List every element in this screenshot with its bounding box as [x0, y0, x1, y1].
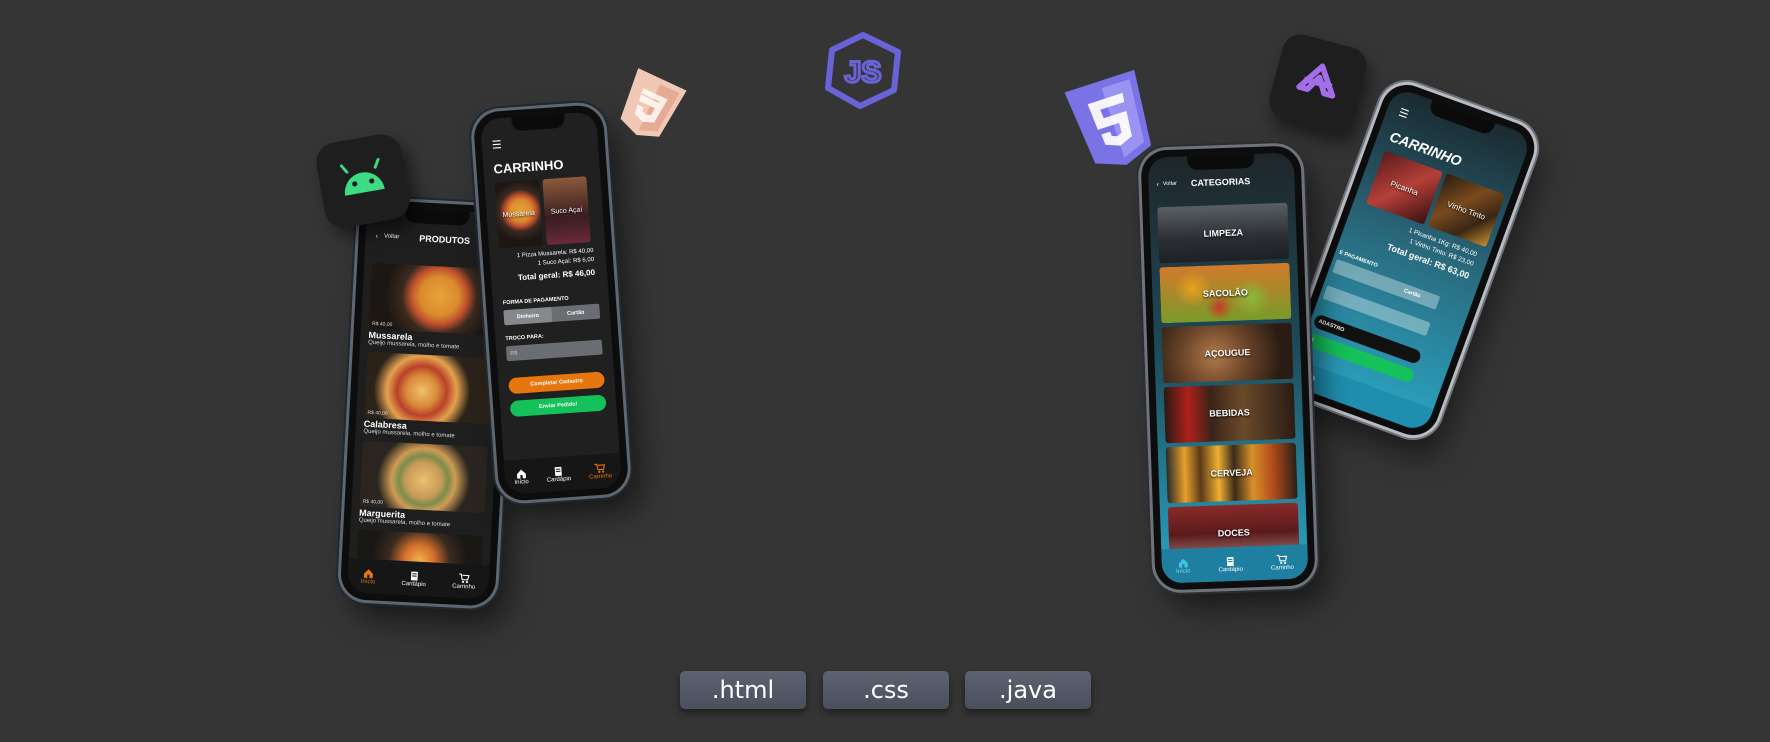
page-title: PRODUTOS	[419, 233, 471, 246]
cart-item-label: Picanha	[1389, 178, 1420, 197]
tab-label: Início	[1176, 567, 1191, 575]
showcase-scene: ‹ Voltar PRODUTOS R$ 40,00 Mussarela Que…	[0, 0, 1770, 742]
back-link[interactable]: Voltar	[384, 233, 400, 240]
bottom-tab-bar: Início Cardápio Carrinho	[1161, 544, 1309, 584]
home-icon	[516, 469, 526, 479]
tab-inicio[interactable]: Início	[514, 468, 529, 486]
category-label: LIMPEZA	[1203, 227, 1244, 239]
product-image: R$ 40,00	[368, 262, 498, 336]
payment-toggle[interactable]: Dinheiro Cartão	[503, 303, 601, 326]
payment-label: FORMA DE PAGAMENTO	[502, 295, 569, 307]
cart-icon	[594, 463, 605, 473]
bottom-tab-bar: Início Cardápio Carrinho	[346, 558, 490, 600]
category-label: BEBIDAS	[1209, 407, 1250, 419]
change-placeholder: R$	[510, 349, 518, 357]
java-extension-badge: .java	[965, 671, 1091, 709]
cart-item: Mussarela	[494, 179, 543, 249]
back-icon[interactable]: ‹	[375, 233, 378, 240]
home-icon	[1178, 558, 1188, 568]
tab-label: Início	[514, 478, 529, 486]
js-icon: JS	[820, 30, 906, 110]
tab-cardapio[interactable]: Cardápio	[401, 569, 426, 588]
hamburger-icon[interactable]: ☰	[491, 138, 502, 152]
menu-book-icon	[1226, 556, 1234, 566]
send-order-button[interactable]: Enviar Pedido!	[509, 394, 607, 418]
cart-item: Suco Açaí	[542, 176, 591, 246]
tab-carrinho[interactable]: Carrinho	[1270, 553, 1294, 571]
css3-icon	[597, 53, 703, 159]
visual-studio-icon	[1265, 30, 1371, 136]
phone-carrinho-teal: ☰ CARRINHO Picanha Vinho Tinto 1 Picanha…	[1278, 77, 1542, 443]
category-card[interactable]: LIMPEZA	[1157, 202, 1290, 264]
category-card[interactable]: AÇOUGUE	[1161, 322, 1294, 384]
product-price: R$ 40,00	[371, 320, 393, 329]
pay-cash-option[interactable]	[1332, 259, 1388, 291]
menu-book-icon	[410, 570, 418, 581]
pay-card-option[interactable]: Cartão	[1384, 278, 1440, 310]
product-image: R$ 40,00	[359, 440, 488, 514]
tab-cardapio[interactable]: Cardápio	[1218, 555, 1243, 573]
bottom-tab-bar: Início Cardápio Carrinho	[503, 452, 622, 495]
product-image: R$ 40,00	[364, 351, 493, 425]
menu-book-icon	[554, 466, 562, 476]
product-card[interactable]: R$ 40,00 Marguerita Queijo mussarela, mo…	[359, 440, 488, 530]
cart-item-label: Suco Açaí	[550, 206, 583, 216]
cart-item: Vinho Tinto	[1427, 173, 1506, 248]
tab-label: Cardápio	[401, 580, 426, 588]
html-extension-badge: .html	[680, 671, 806, 709]
product-card[interactable]: R$ 40,00 Calabresa Queijo mussarela, mol…	[363, 351, 493, 441]
cart-item-label: Vinho Tinto	[1446, 199, 1487, 222]
tab-carrinho[interactable]: Carrinho	[452, 572, 476, 590]
tab-label: Carrinho	[1270, 564, 1295, 572]
svg-text:JS: JS	[845, 56, 882, 89]
tab-label: Carrinho	[452, 583, 476, 591]
category-card[interactable]: CERVEJA	[1165, 442, 1298, 504]
produtos-header: ‹ Voltar PRODUTOS	[375, 231, 470, 246]
cart-icon	[1276, 554, 1288, 564]
change-input[interactable]: R$	[505, 339, 603, 362]
categorias-header: ‹ Voltar CATEGORIAS	[1156, 176, 1250, 189]
category-label: AÇOUGUE	[1204, 347, 1251, 359]
order-line: 1 Suco Açaí: R$ 6,00	[537, 256, 595, 267]
category-card[interactable]: BEBIDAS	[1163, 382, 1296, 444]
android-icon	[313, 131, 413, 231]
page-title: CARRINHO	[493, 156, 564, 177]
category-label: SACOLÃO	[1202, 287, 1249, 299]
back-link[interactable]: Voltar	[1163, 181, 1177, 187]
css-extension-badge: .css	[823, 671, 949, 709]
pay-cash-option[interactable]: Dinheiro	[503, 306, 553, 326]
tab-inicio[interactable]: Início	[361, 567, 376, 585]
order-total: Total geral: R$ 46,00	[517, 267, 596, 283]
category-label: DOCES	[1217, 527, 1250, 539]
complete-profile-button[interactable]: Completar Cadastro	[508, 371, 606, 395]
home-icon	[363, 568, 373, 578]
phone-carrinho-dark: ☰ CARRINHO Mussarela Suco Açaí 1 Pizza M…	[472, 103, 630, 503]
product-price: R$ 40,00	[367, 409, 388, 417]
tab-label: Carrinho	[588, 472, 613, 481]
product-card[interactable]: R$ 40,00 Mussarela Queijo mussarela, mol…	[368, 262, 498, 352]
page-title: CATEGORIAS	[1190, 176, 1251, 189]
cart-item-label: Mussarela	[502, 209, 536, 219]
hamburger-icon[interactable]: ☰	[1397, 106, 1411, 122]
back-icon[interactable]: ‹	[1156, 181, 1159, 188]
tab-carrinho[interactable]: Carrinho	[588, 462, 613, 481]
tab-label: Cardápio	[1218, 566, 1243, 573]
tab-label: Início	[360, 578, 376, 585]
tab-label: Cardápio	[546, 475, 572, 484]
tab-cardapio[interactable]: Cardápio	[546, 465, 572, 484]
tab-inicio[interactable]: Início	[1176, 557, 1191, 574]
category-list: LIMPEZA SACOLÃO AÇOUGUE BEBIDAS CERVEJA …	[1157, 202, 1300, 564]
product-price: R$ 40,00	[362, 498, 384, 506]
cart-icon	[458, 572, 470, 583]
pay-card-option[interactable]: Cartão	[551, 304, 600, 322]
phone-categorias: ‹ Voltar CATEGORIAS LIMPEZA SACOLÃO AÇOU…	[1140, 145, 1316, 591]
category-card[interactable]: SACOLÃO	[1159, 262, 1292, 324]
change-label: TROCO PARA:	[505, 333, 544, 343]
category-label: CERVEJA	[1210, 467, 1253, 479]
